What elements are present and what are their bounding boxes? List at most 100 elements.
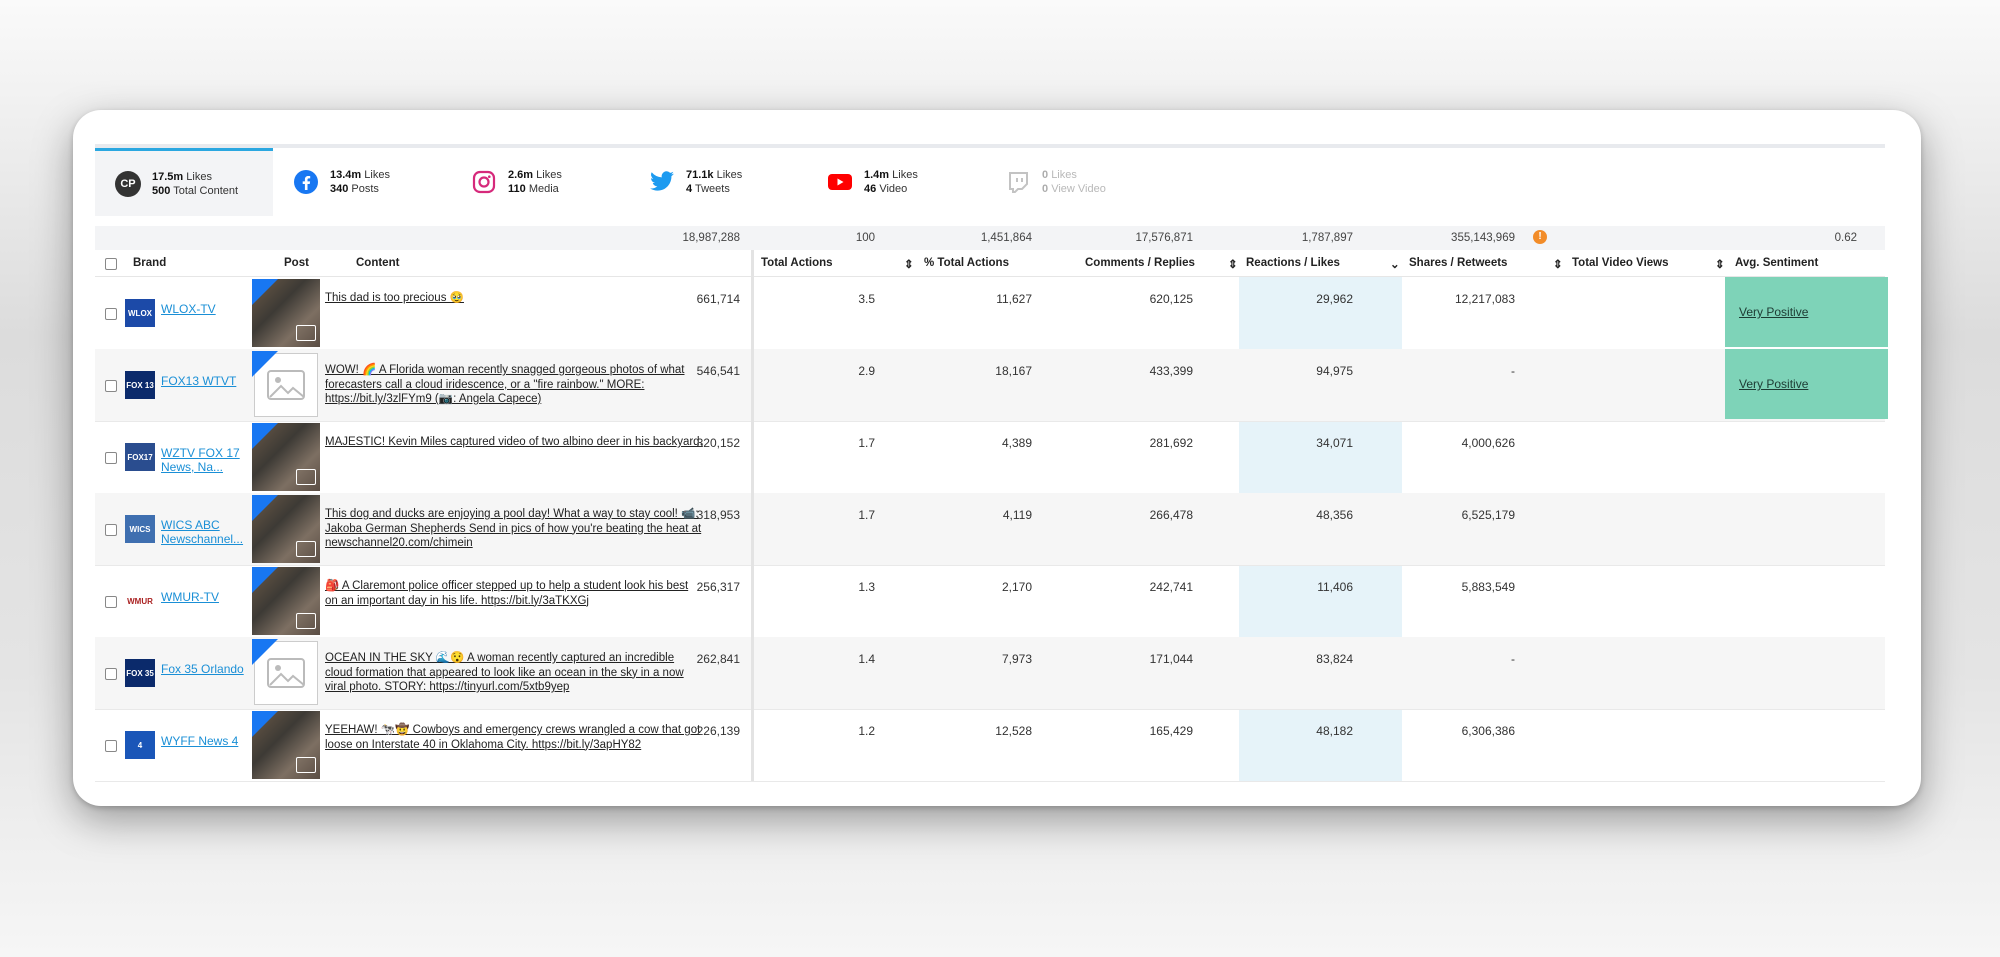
- sentiment-link[interactable]: Very Positive: [1739, 377, 1808, 391]
- header-shares[interactable]: Shares / Retweets: [1409, 257, 1507, 269]
- total-actions-cell: 256,317: [696, 580, 740, 594]
- pct-total-total: 100: [855, 232, 875, 244]
- sort-icon[interactable]: ⇕: [1553, 257, 1563, 271]
- row-checkbox[interactable]: [105, 452, 117, 464]
- row-checkbox[interactable]: [105, 668, 117, 680]
- brand-link[interactable]: WZTV FOX 17 News, Na...: [161, 446, 251, 474]
- shares-cell: 29,962: [1316, 292, 1353, 306]
- video-views-cell: -: [1511, 652, 1515, 666]
- tab-twitch[interactable]: 0 Likes 0 View Video: [985, 148, 1163, 216]
- cp-logo-icon: CP: [115, 170, 141, 197]
- row-checkbox[interactable]: [105, 524, 117, 536]
- comments-cell: 4,389: [1001, 436, 1032, 450]
- tab-facebook[interactable]: 13.4m Likes 340 Posts: [273, 148, 451, 216]
- table-header: Brand Post Content Total Actions ⇕ % Tot…: [95, 250, 1885, 277]
- tab-youtube[interactable]: 1.4m Likes 46 Video: [807, 148, 985, 216]
- header-pct-total[interactable]: % Total Actions: [924, 257, 1009, 269]
- pct-total-cell: 1.7: [858, 436, 875, 450]
- sort-icon[interactable]: ⇕: [1228, 257, 1238, 271]
- row-checkbox[interactable]: [105, 596, 117, 608]
- reactions-cell: 433,399: [1149, 364, 1193, 378]
- brand-link[interactable]: Fox 35 Orlando: [161, 662, 251, 676]
- video-views-cell: 6,525,179: [1461, 508, 1515, 522]
- post-thumbnail[interactable]: [252, 711, 320, 779]
- header-video-views[interactable]: Total Video Views: [1572, 257, 1669, 269]
- sort-desc-icon[interactable]: ⌄: [1390, 257, 1400, 271]
- comments-total: 1,451,864: [980, 232, 1032, 244]
- brand-link[interactable]: FOX13 WTVT: [161, 374, 251, 388]
- post-thumbnail[interactable]: [252, 279, 320, 347]
- comments-cell: 18,167: [995, 364, 1032, 378]
- table-row[interactable]: WMUR WMUR-TV 🎒 A Claremont police office…: [95, 565, 1885, 638]
- shares-cell: 48,182: [1316, 724, 1353, 738]
- reactions-cell: 266,478: [1149, 508, 1193, 522]
- comments-cell: 11,627: [996, 292, 1032, 306]
- sort-icon[interactable]: ⇕: [904, 257, 914, 271]
- tab-all[interactable]: CP 17.5m Likes 500 Total Content: [95, 148, 273, 216]
- column-divider: [751, 250, 754, 781]
- shares-cell: 34,071: [1316, 436, 1353, 450]
- shares-cell: 11,406: [1317, 580, 1353, 594]
- row-checkbox[interactable]: [105, 740, 117, 752]
- header-brand[interactable]: Brand: [133, 257, 166, 269]
- pct-total-cell: 1.7: [858, 508, 875, 522]
- table-row[interactable]: 4 WYFF News 4 YEEHAW! 🐄🤠 Cowboys and eme…: [95, 709, 1885, 782]
- pct-total-cell: 3.5: [858, 292, 875, 306]
- table-row[interactable]: FOX 35 Fox 35 Orlando OCEAN IN THE SKY 🌊…: [95, 637, 1885, 710]
- brand-link[interactable]: WYFF News 4: [161, 734, 251, 748]
- pct-total-cell: 1.2: [858, 724, 875, 738]
- brand-link[interactable]: WLOX-TV: [161, 302, 251, 316]
- video-icon: [296, 757, 316, 773]
- header-sentiment[interactable]: Avg. Sentiment: [1735, 257, 1818, 269]
- post-thumbnail[interactable]: [252, 495, 320, 563]
- total-actions-cell: 320,152: [696, 436, 740, 450]
- warning-icon[interactable]: !: [1533, 230, 1547, 244]
- facebook-corner-icon: [252, 351, 278, 377]
- shares-total: 1,787,897: [1301, 232, 1353, 244]
- brand-link[interactable]: WMUR-TV: [161, 590, 251, 604]
- post-thumbnail[interactable]: [252, 423, 320, 491]
- sentiment-cell: Very Positive: [1725, 277, 1888, 347]
- header-post[interactable]: Post: [284, 257, 309, 269]
- table-row[interactable]: FOX 13 FOX13 WTVT WOW! 🌈 A Florida woman…: [95, 349, 1888, 422]
- total-actions-cell: 226,139: [696, 724, 740, 738]
- total-actions-cell: 546,541: [696, 364, 740, 378]
- video-icon: [296, 541, 316, 557]
- twitch-icon: [1005, 169, 1031, 195]
- reactions-cell: 171,044: [1149, 652, 1193, 666]
- brand-link[interactable]: WICS ABC Newschannel...: [161, 518, 251, 546]
- comments-cell: 7,973: [1001, 652, 1032, 666]
- sentiment-total: 0.62: [1834, 232, 1857, 244]
- platform-tabs: CP 17.5m Likes 500 Total Content 13.4m Li…: [95, 148, 1885, 216]
- tab-instagram[interactable]: 2.6m Likes 110 Media: [451, 148, 629, 216]
- row-checkbox[interactable]: [105, 308, 117, 320]
- total-actions-total: 18,987,288: [682, 232, 740, 244]
- header-total-actions[interactable]: Total Actions: [761, 257, 833, 269]
- header-content[interactable]: Content: [356, 257, 399, 269]
- sentiment-link[interactable]: Very Positive: [1739, 305, 1808, 319]
- video-views-cell: 5,883,549: [1461, 580, 1515, 594]
- tab-twitter[interactable]: 71.1k Likes 4 Tweets: [629, 148, 807, 216]
- select-all-checkbox[interactable]: [105, 258, 117, 270]
- header-reactions[interactable]: Reactions / Likes: [1246, 257, 1340, 269]
- shares-cell: 83,824: [1316, 652, 1353, 666]
- row-checkbox[interactable]: [105, 380, 117, 392]
- post-thumbnail[interactable]: [252, 351, 320, 419]
- facebook-corner-icon: [252, 711, 278, 737]
- sort-icon[interactable]: ⇕: [1715, 257, 1725, 271]
- facebook-corner-icon: [252, 279, 278, 305]
- facebook-corner-icon: [252, 423, 278, 449]
- post-thumbnail[interactable]: [252, 639, 320, 707]
- table-row[interactable]: WICS WICS ABC Newschannel... This dog an…: [95, 493, 1885, 566]
- brand-logo: WLOX: [125, 299, 155, 327]
- table-row[interactable]: WLOX WLOX-TV This dad is too precious 🥹 …: [95, 277, 1888, 350]
- post-thumbnail[interactable]: [252, 567, 320, 635]
- comments-cell: 12,528: [995, 724, 1032, 738]
- video-icon: [296, 325, 316, 341]
- header-comments[interactable]: Comments / Replies: [1085, 257, 1195, 269]
- totals-row: 18,987,288 100 1,451,864 17,576,871 1,78…: [95, 226, 1885, 250]
- video-icon: [296, 469, 316, 485]
- table-row[interactable]: FOX17 WZTV FOX 17 News, Na... MAJESTIC! …: [95, 421, 1885, 494]
- comments-cell: 2,170: [1001, 580, 1032, 594]
- brand-logo: FOX 13: [125, 371, 155, 399]
